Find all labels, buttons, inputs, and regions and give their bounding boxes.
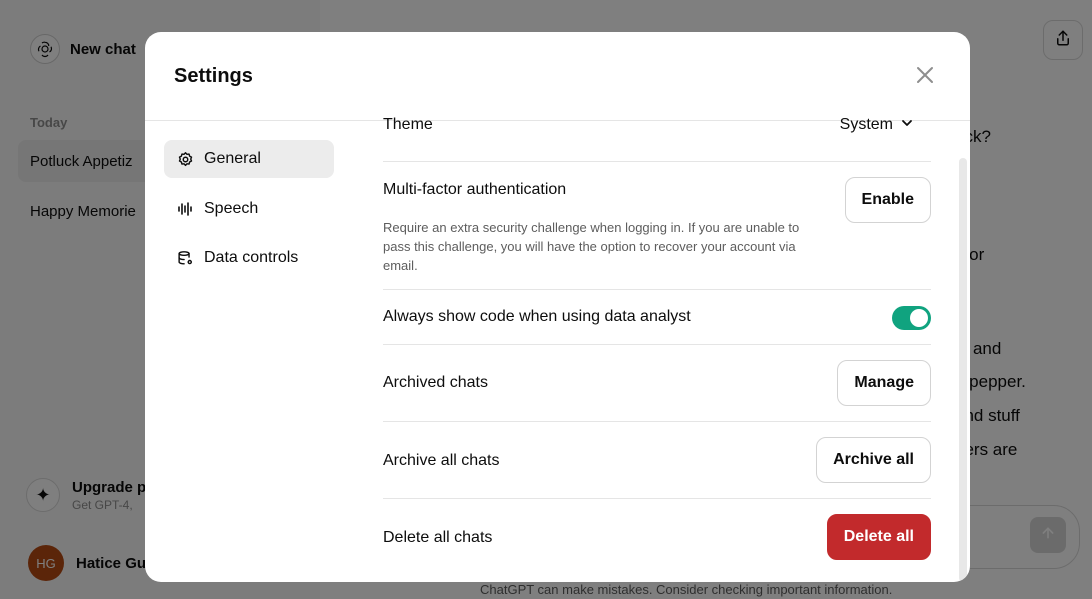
chevron-down-icon: [901, 116, 913, 134]
waveform-icon: [176, 200, 194, 218]
gear-icon: [176, 150, 194, 168]
archived-chats-row: Archived chats Manage: [383, 345, 931, 422]
settings-title: Settings: [174, 65, 253, 87]
tab-general[interactable]: General: [164, 140, 334, 178]
archive-all-label: Archive all chats: [383, 452, 500, 469]
tab-data-controls-label: Data controls: [204, 249, 299, 266]
archive-all-row: Archive all chats Archive all: [383, 422, 931, 499]
tab-speech-label: Speech: [204, 200, 259, 217]
close-button[interactable]: [908, 60, 942, 94]
scrollbar[interactable]: [959, 158, 967, 582]
delete-all-label: Delete all chats: [383, 529, 493, 546]
mfa-label: Multi-factor authentication: [383, 181, 567, 198]
theme-row: Theme System: [383, 102, 931, 162]
manage-archived-button[interactable]: Manage: [837, 360, 931, 406]
enable-mfa-button[interactable]: Enable: [844, 177, 931, 223]
settings-general-panel: Theme System Multi-factor authentication…: [383, 116, 931, 582]
tab-data-controls[interactable]: Data controls: [164, 239, 334, 277]
code-toggle-label: Always show code when using data analyst: [383, 308, 691, 325]
theme-value: System: [839, 116, 893, 133]
delete-all-row: Delete all chats Delete all: [383, 499, 931, 576]
mfa-row: Multi-factor authentication Require an e…: [383, 162, 931, 290]
code-toggle-switch[interactable]: [892, 306, 931, 330]
tab-speech[interactable]: Speech: [164, 190, 334, 228]
mfa-description: Require an extra security challenge when…: [383, 220, 800, 273]
theme-label: Theme: [383, 116, 433, 133]
toggle-knob: [910, 309, 928, 327]
settings-dialog: Settings General Speech Data controls Th…: [145, 32, 970, 582]
database-icon: [176, 249, 194, 267]
close-icon: [916, 66, 934, 89]
theme-select[interactable]: System: [840, 116, 913, 134]
tab-general-label: General: [204, 150, 261, 167]
archived-chats-label: Archived chats: [383, 374, 488, 391]
delete-all-button[interactable]: Delete all: [826, 514, 931, 560]
archive-all-button[interactable]: Archive all: [816, 437, 931, 483]
code-toggle-row: Always show code when using data analyst: [383, 290, 931, 345]
